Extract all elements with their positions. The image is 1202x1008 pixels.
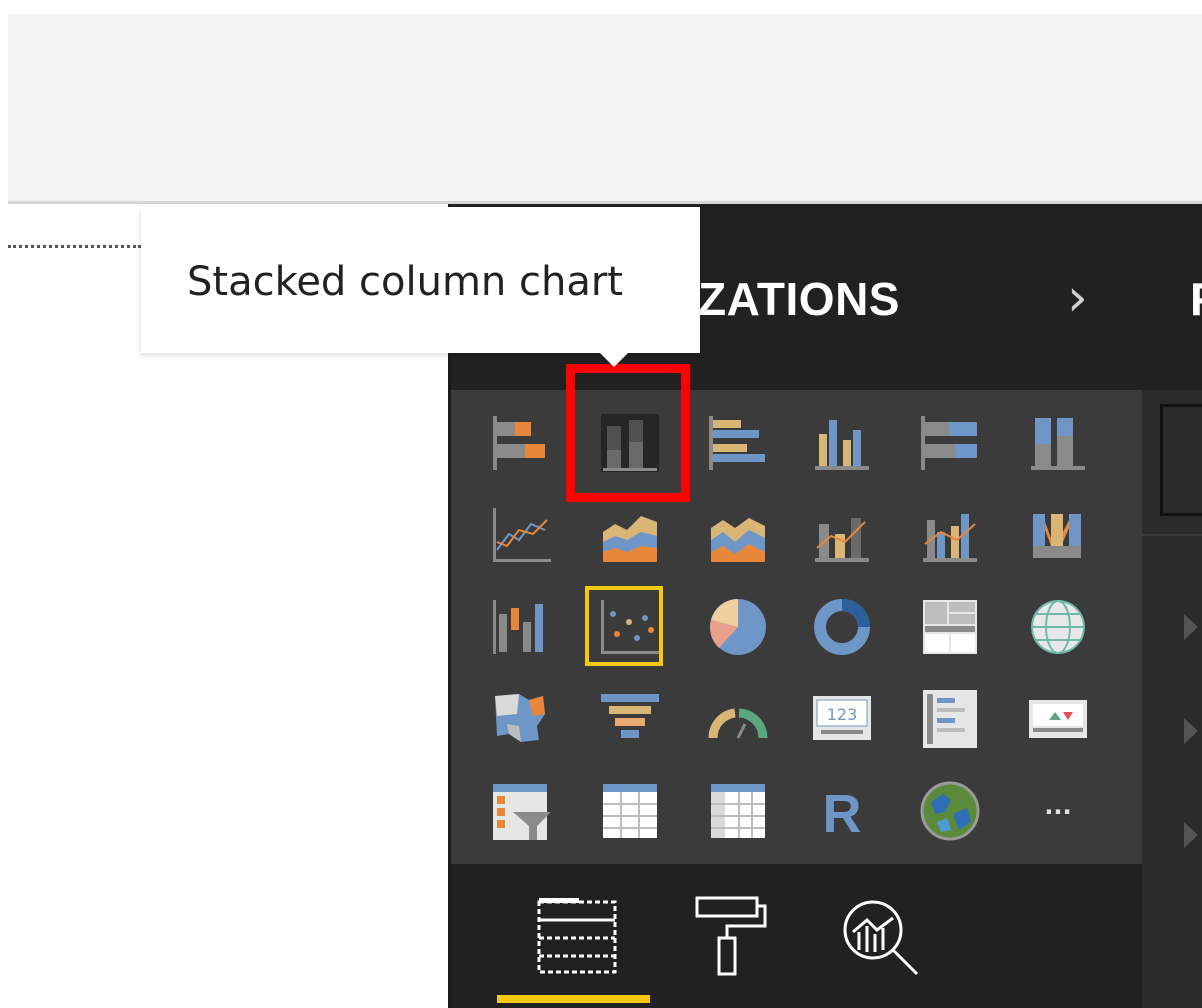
matrix-icon[interactable] <box>705 778 771 844</box>
treemap-icon[interactable] <box>917 594 983 660</box>
filled-map-icon[interactable] <box>489 686 555 752</box>
slicer-icon[interactable] <box>489 778 555 844</box>
pie-chart-icon[interactable] <box>705 594 771 660</box>
r-script-visual-icon[interactable]: R <box>809 778 875 844</box>
active-tab-indicator <box>497 995 650 1003</box>
fields-pane: F <box>1142 204 1202 1008</box>
fields-icon[interactable] <box>531 890 621 980</box>
pane-tabs-bar <box>451 864 1145 1008</box>
clustered-column-chart-icon[interactable] <box>809 410 875 476</box>
table-icon[interactable] <box>597 778 663 844</box>
tooltip-text: Stacked column chart <box>187 259 623 305</box>
fields-search-box[interactable] <box>1160 404 1202 516</box>
paint-roller-icon[interactable] <box>687 890 777 980</box>
stacked-area-chart-icon[interactable] <box>705 502 771 568</box>
fields-header: F <box>1142 204 1202 390</box>
canvas-dotted-guide <box>8 245 141 248</box>
100-percent-stacked-bar-chart-icon[interactable] <box>917 410 983 476</box>
expand-table-icon[interactable] <box>1184 822 1198 848</box>
kpi-icon[interactable] <box>1025 686 1091 752</box>
line-chart-icon[interactable] <box>489 502 555 568</box>
donut-chart-icon[interactable] <box>809 594 875 660</box>
window-top-strip <box>0 0 1202 14</box>
waterfall-chart-icon[interactable] <box>489 594 555 660</box>
funnel-icon[interactable] <box>597 686 663 752</box>
tooltip-arrow <box>600 353 628 367</box>
chevron-right-icon[interactable]: › <box>1067 268 1111 328</box>
area-chart-icon[interactable] <box>597 502 663 568</box>
stacked-bar-chart-icon[interactable] <box>489 410 555 476</box>
highlight-annotation-box <box>566 364 690 502</box>
100-percent-stacked-column-chart-icon[interactable] <box>1025 410 1091 476</box>
r-letter: R <box>823 784 862 844</box>
visuals-gallery: 123 R ... <box>451 390 1145 864</box>
card-icon[interactable]: 123 <box>809 686 875 752</box>
card-value-text: 123 <box>827 705 858 724</box>
fields-divider <box>1142 534 1202 536</box>
visualizations-title: ZATIONS <box>698 273 900 325</box>
ribbon-area <box>8 14 1202 202</box>
multi-row-card-icon[interactable] <box>917 686 983 752</box>
tooltip: Stacked column chart <box>141 207 700 353</box>
analytics-magnifier-icon[interactable] <box>837 890 927 980</box>
clustered-bar-chart-icon[interactable] <box>705 410 771 476</box>
ribbon-chart-icon[interactable] <box>1025 502 1091 568</box>
gauge-icon[interactable] <box>705 686 771 752</box>
map-icon[interactable] <box>1025 594 1091 660</box>
expand-table-icon[interactable] <box>1184 718 1198 744</box>
arcgis-map-icon[interactable] <box>917 778 983 844</box>
line-and-stacked-column-chart-icon[interactable] <box>809 502 875 568</box>
ellipsis-text: ... <box>1044 792 1071 820</box>
more-visuals-icon[interactable]: ... <box>1025 778 1091 844</box>
line-and-clustered-column-chart-icon[interactable] <box>917 502 983 568</box>
selected-visual-frame <box>585 586 663 666</box>
expand-table-icon[interactable] <box>1184 614 1198 640</box>
fields-title: F <box>1190 272 1202 326</box>
